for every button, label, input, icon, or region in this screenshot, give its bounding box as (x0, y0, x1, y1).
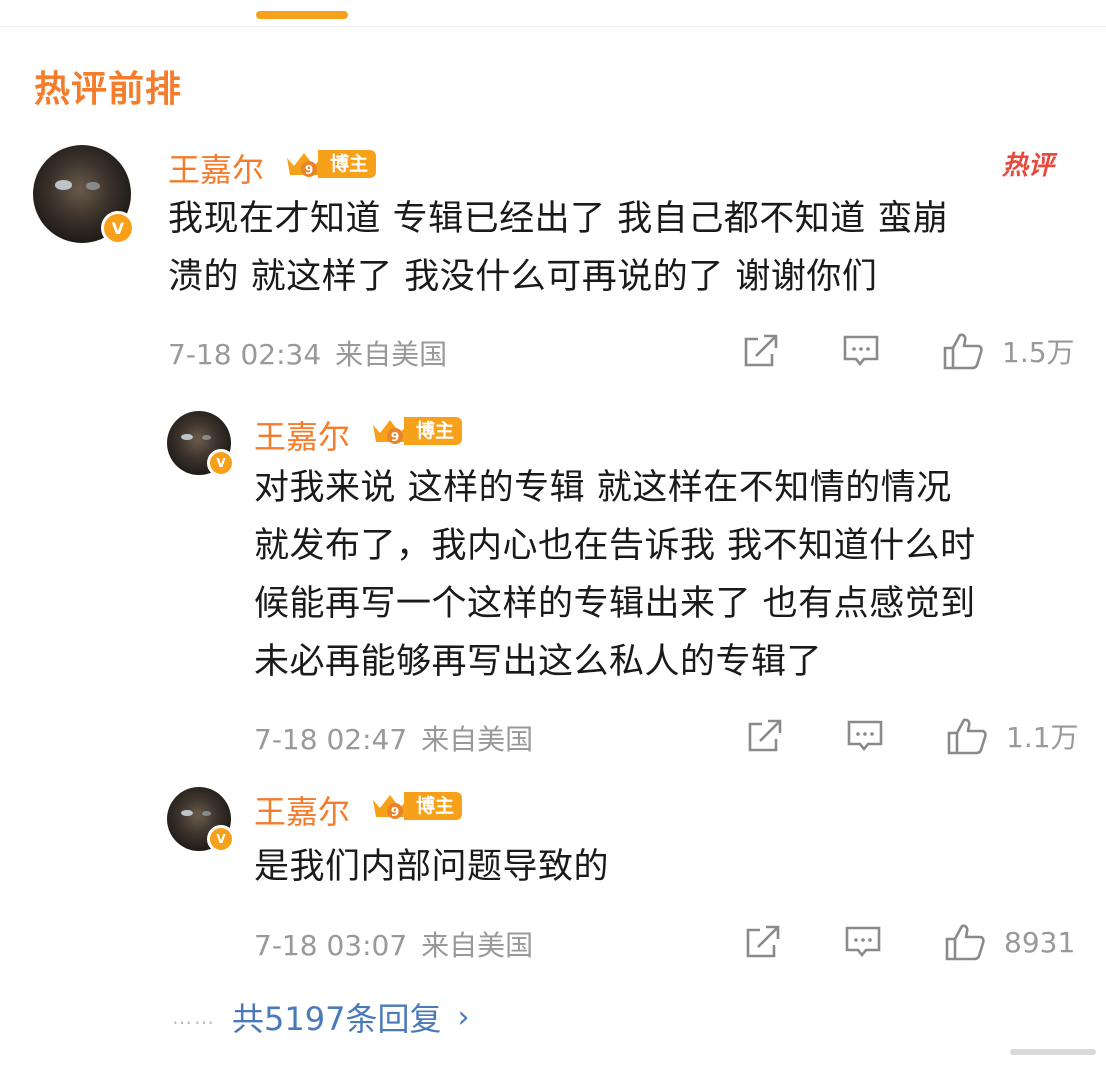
tab-indicator (256, 11, 348, 19)
share-button[interactable] (742, 332, 780, 370)
comment-line: 是我们内部问题导致的 (254, 847, 610, 887)
blogger-badge: 9 博主 (370, 791, 463, 821)
like-icon (947, 718, 987, 755)
comment-content: 我现在才知道 专辑已经出了 我自己都不知道 蛮崩 溃的 就这样了 我没什么可再说… (168, 190, 948, 306)
share-button[interactable] (746, 717, 784, 755)
blogger-badge: 9 博主 (284, 149, 377, 179)
share-icon (746, 925, 780, 958)
like-icon (943, 333, 983, 370)
share-icon (748, 719, 782, 752)
comment-time: 7-18 02:47 (254, 723, 408, 756)
section-title: 热评前排 (34, 69, 183, 110)
comment-location: 来自美国 (421, 723, 534, 756)
more-replies-link[interactable]: …… 共5197条回复 › (172, 994, 469, 1040)
comment-location: 来自美国 (421, 929, 534, 962)
author-name[interactable]: 王嘉尔 (168, 145, 264, 191)
blogger-badge: 9 博主 (370, 416, 463, 446)
crown-icon: 9 (284, 149, 324, 179)
like-button[interactable]: 1.1万 (946, 716, 1079, 756)
crown-level: 9 (305, 163, 313, 177)
comment-time: 7-18 03:07 (254, 929, 408, 962)
comment-line: 我现在才知道 专辑已经出了 我自己都不知道 蛮崩 (168, 199, 949, 239)
chevron-right-icon: › (457, 999, 470, 1035)
comment-line: 溃的 就这样了 我没什么可再说的了 谢谢你们 (168, 257, 878, 297)
comment-content: 是我们内部问题导致的 (254, 838, 609, 896)
comment-location: 来自美国 (335, 338, 448, 371)
crown-icon: 9 (370, 791, 410, 821)
comment-line: 未必再能够再写出这么私人的专辑了 (254, 642, 823, 682)
comment-icon (847, 720, 883, 752)
comment-line: 就发布了，我内心也在告诉我 我不知道什么时 (254, 526, 976, 566)
comment-time: 7-18 02:34 (168, 338, 322, 371)
author-name[interactable]: 王嘉尔 (254, 787, 350, 833)
comment-content: 对我来说 这样的专辑 就这样在不知情的情况 就发布了，我内心也在告诉我 我不知道… (254, 459, 976, 691)
verified-icon: V (101, 211, 135, 245)
badge-label: 博主 (404, 417, 463, 445)
avatar[interactable]: V (167, 787, 235, 853)
verified-icon: V (207, 825, 235, 853)
comment-line: 候能再写一个这样的专辑出来了 也有点感觉到 (254, 584, 976, 624)
author-name[interactable]: 王嘉尔 (254, 412, 350, 458)
comment-icon (845, 926, 881, 958)
badge-label: 博主 (318, 150, 377, 178)
verified-icon: V (207, 449, 235, 477)
comment-button[interactable] (844, 923, 882, 961)
comment-line: 对我来说 这样的专辑 就这样在不知情的情况 (254, 468, 952, 508)
like-button[interactable]: 1.5万 (942, 331, 1075, 371)
crown-level: 9 (391, 430, 399, 444)
like-icon (945, 924, 985, 961)
comment-icon (843, 335, 879, 367)
more-replies-label: 共5197条回复 (232, 1000, 442, 1038)
comment-button[interactable] (846, 717, 884, 755)
dots-icon: …… (172, 1005, 216, 1029)
divider (0, 26, 1106, 27)
home-indicator (1010, 1049, 1096, 1055)
like-count: 1.1万 (1006, 721, 1079, 754)
share-button[interactable] (744, 923, 782, 961)
hot-comment-tag: 热评 (1002, 151, 1055, 181)
avatar[interactable]: V (167, 411, 235, 477)
crown-icon: 9 (370, 416, 410, 446)
comment-meta: 7-18 02:47 来自美国 (254, 718, 533, 758)
like-count: 1.5万 (1002, 336, 1075, 369)
comment-button[interactable] (842, 332, 880, 370)
share-icon (744, 334, 778, 367)
like-button[interactable]: 8931 (944, 922, 1075, 962)
crown-level: 9 (391, 805, 399, 819)
badge-label: 博主 (404, 792, 463, 820)
comment-meta: 7-18 03:07 来自美国 (254, 924, 533, 964)
comment-meta: 7-18 02:34 来自美国 (168, 333, 447, 373)
avatar[interactable]: V (33, 145, 135, 245)
like-count: 8931 (1004, 925, 1076, 959)
